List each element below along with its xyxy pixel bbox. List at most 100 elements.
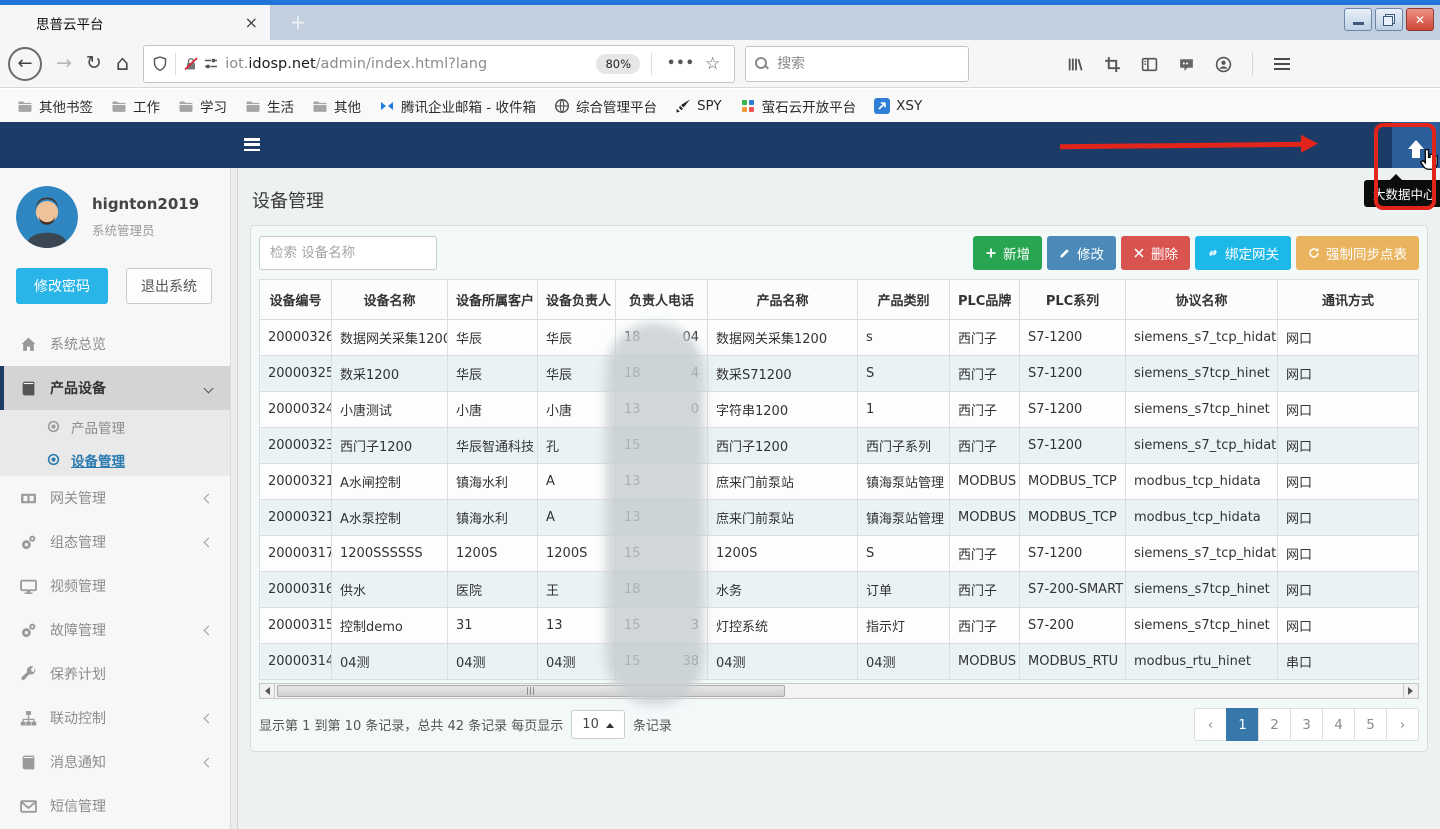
scrollbar-track[interactable] xyxy=(275,683,1403,699)
sidebar-item-系统总览[interactable]: 系统总览 xyxy=(0,322,230,366)
device-search-input[interactable] xyxy=(259,236,437,270)
bookmark-item[interactable]: SPY xyxy=(668,95,729,117)
table-row[interactable]: 200003165供水医院王18水务订单西门子S7-200-SMARTsieme… xyxy=(260,572,1419,608)
page-actions-icon[interactable]: ••• xyxy=(667,56,695,71)
删除-button[interactable]: 删除 xyxy=(1121,236,1190,270)
bookmark-item[interactable]: 综合管理平台 xyxy=(547,93,664,119)
table-row[interactable]: 200003256数采1200华辰华辰184数采S71200S西门子S7-120… xyxy=(260,356,1419,392)
强制同步点表-button[interactable]: 强制同步点表 xyxy=(1296,236,1419,270)
bookmark-item[interactable]: 萤石云开放平台 xyxy=(733,93,864,119)
column-header[interactable]: 负责人电话 xyxy=(616,280,708,320)
browser-search[interactable] xyxy=(745,46,969,82)
page-button-1[interactable]: 1 xyxy=(1226,708,1259,741)
table-row[interactable]: 20000314904测04测04测153804测04测MODBUSMODBUS… xyxy=(260,644,1419,680)
menu-icon[interactable] xyxy=(1274,58,1290,70)
bookmark-item[interactable]: 其他书签 xyxy=(10,93,100,119)
restore-button[interactable] xyxy=(1375,8,1403,31)
page-button-4[interactable]: 4 xyxy=(1322,708,1355,741)
page-button-3[interactable]: 3 xyxy=(1290,708,1323,741)
reload-button[interactable]: ↻ xyxy=(86,54,102,73)
column-header[interactable]: 协议名称 xyxy=(1126,280,1278,320)
sidebar-item-故障管理[interactable]: 故障管理 xyxy=(0,608,230,652)
browser-tab[interactable]: 思普云平台 × xyxy=(0,5,270,40)
sidebar-item-视频管理[interactable]: 视频管理 xyxy=(0,564,230,608)
bookmark-item[interactable]: 工作 xyxy=(104,93,167,119)
table-row[interactable]: 200003260数据网关采集1200华辰华辰1804数据网关采集1200s西门… xyxy=(260,320,1419,356)
new-tab-button[interactable]: + xyxy=(284,9,312,36)
table-row[interactable]: 200003248小唐测试小唐小唐130字符串12001西门子S7-1200si… xyxy=(260,392,1419,428)
sidebar-item-网关管理[interactable]: 网关管理 xyxy=(0,476,230,520)
wrench-icon xyxy=(20,666,37,683)
logout-button[interactable]: 退出系统 xyxy=(126,268,212,304)
page-button-5[interactable]: 5 xyxy=(1354,708,1387,741)
library-icon[interactable] xyxy=(1067,56,1083,72)
sidebar-item-设备管理[interactable]: 设备管理 xyxy=(0,443,230,476)
phone-fragment-right: 38 xyxy=(682,654,699,669)
sidebar-scrollbar[interactable] xyxy=(230,168,238,829)
book-icon xyxy=(20,380,37,397)
tab-title: 思普云平台 xyxy=(36,13,104,33)
sidebar-item-产品设备[interactable]: 产品设备 xyxy=(0,366,230,410)
sidebar-item-组态管理[interactable]: 组态管理 xyxy=(0,520,230,564)
sidebar-item-消息通知[interactable]: 消息通知 xyxy=(0,740,230,784)
sidebar-item-产品管理[interactable]: 产品管理 xyxy=(0,410,230,443)
insecure-lock-icon[interactable] xyxy=(183,56,199,72)
tab-close-button[interactable]: × xyxy=(245,15,258,31)
column-header[interactable]: 产品类别 xyxy=(858,280,950,320)
sidebar-item-短信管理[interactable]: 短信管理 xyxy=(0,784,230,828)
horizontal-scrollbar[interactable] xyxy=(259,683,1419,699)
table-row[interactable]: 200003230西门子1200华辰智通科技孔15西门子1200西门子系列西门子… xyxy=(260,428,1419,464)
column-header[interactable]: PLC系列 xyxy=(1020,280,1126,320)
sidebars-icon[interactable] xyxy=(1141,56,1157,72)
table-row[interactable]: 200003211A水泵控制镇海水利A13庶来门前泵站镇海泵站管理MODBUSM… xyxy=(260,500,1419,536)
minimize-button[interactable] xyxy=(1344,8,1372,31)
column-header[interactable]: 设备所属客户 xyxy=(448,280,538,320)
shield-icon[interactable] xyxy=(152,56,168,72)
column-header[interactable]: 设备编号 xyxy=(260,280,332,320)
main-content: 设备管理 新增修改删除绑定网关强制同步点表 设备编号设备名称设备所属客户设备负责… xyxy=(238,168,1440,829)
新增-button[interactable]: 新增 xyxy=(973,236,1042,270)
home-button[interactable]: ⌂ xyxy=(116,53,129,74)
browser-search-input[interactable] xyxy=(777,56,927,72)
big-data-center-button[interactable] xyxy=(1392,122,1440,168)
bookmark-item[interactable]: 学习 xyxy=(171,93,234,119)
bookmark-item[interactable]: 腾讯企业邮箱 - 收件箱 xyxy=(372,93,543,119)
sidebar-item-联动控制[interactable]: 联动控制 xyxy=(0,696,230,740)
table-row[interactable]: 200003152控制demo3113153灯控系统指示灯西门子S7-200si… xyxy=(260,608,1419,644)
next-page-button[interactable]: › xyxy=(1386,708,1419,741)
change-password-button[interactable]: 修改密码 xyxy=(16,268,108,304)
scroll-right-arrow[interactable] xyxy=(1403,683,1419,699)
sidebar-item-保养计划[interactable]: 保养计划 xyxy=(0,652,230,696)
column-header[interactable]: 产品名称 xyxy=(708,280,858,320)
back-button[interactable]: ← xyxy=(8,47,42,81)
page-button-2[interactable]: 2 xyxy=(1258,708,1291,741)
url-bar[interactable]: iot.idosp.net/admin/index.html?lang 80% … xyxy=(143,45,735,83)
account-icon[interactable] xyxy=(1215,56,1231,72)
scrollbar-thumb[interactable] xyxy=(277,685,785,697)
sidebar-toggle-icon[interactable] xyxy=(244,138,260,151)
bookmark-star-icon[interactable]: ☆ xyxy=(705,54,720,74)
column-header[interactable]: 通讯方式 xyxy=(1278,280,1419,320)
table-row[interactable]: 200003212A水闸控制镇海水利A13庶来门前泵站镇海泵站管理MODBUSM… xyxy=(260,464,1419,500)
prev-page-button[interactable]: ‹ xyxy=(1194,708,1227,741)
bookmark-item[interactable]: 其他 xyxy=(305,93,368,119)
forward-button[interactable]: → xyxy=(56,54,72,73)
messages-icon[interactable] xyxy=(1178,56,1194,72)
column-header[interactable]: 设备名称 xyxy=(332,280,448,320)
column-header[interactable]: 设备负责人 xyxy=(538,280,616,320)
close-icon: ✕ xyxy=(1415,13,1425,27)
绑定网关-button[interactable]: 绑定网关 xyxy=(1195,236,1291,270)
page-size-dropdown[interactable]: 10 xyxy=(571,710,625,739)
avatar[interactable] xyxy=(16,186,78,248)
修改-button[interactable]: 修改 xyxy=(1047,236,1116,270)
bookmark-item[interactable]: 生活 xyxy=(238,93,301,119)
table-row[interactable]: 2000031771200SSSSSS1200S1200S151200SS西门子… xyxy=(260,536,1419,572)
zoom-level-badge[interactable]: 80% xyxy=(596,54,640,74)
column-header[interactable]: PLC品牌 xyxy=(950,280,1020,320)
bookmark-item[interactable]: XSY xyxy=(867,95,929,117)
dart-icon xyxy=(675,98,691,114)
close-button[interactable]: ✕ xyxy=(1406,8,1434,31)
screenshot-icon[interactable] xyxy=(1104,56,1120,72)
scroll-left-arrow[interactable] xyxy=(259,683,275,699)
permissions-icon[interactable] xyxy=(203,56,219,72)
